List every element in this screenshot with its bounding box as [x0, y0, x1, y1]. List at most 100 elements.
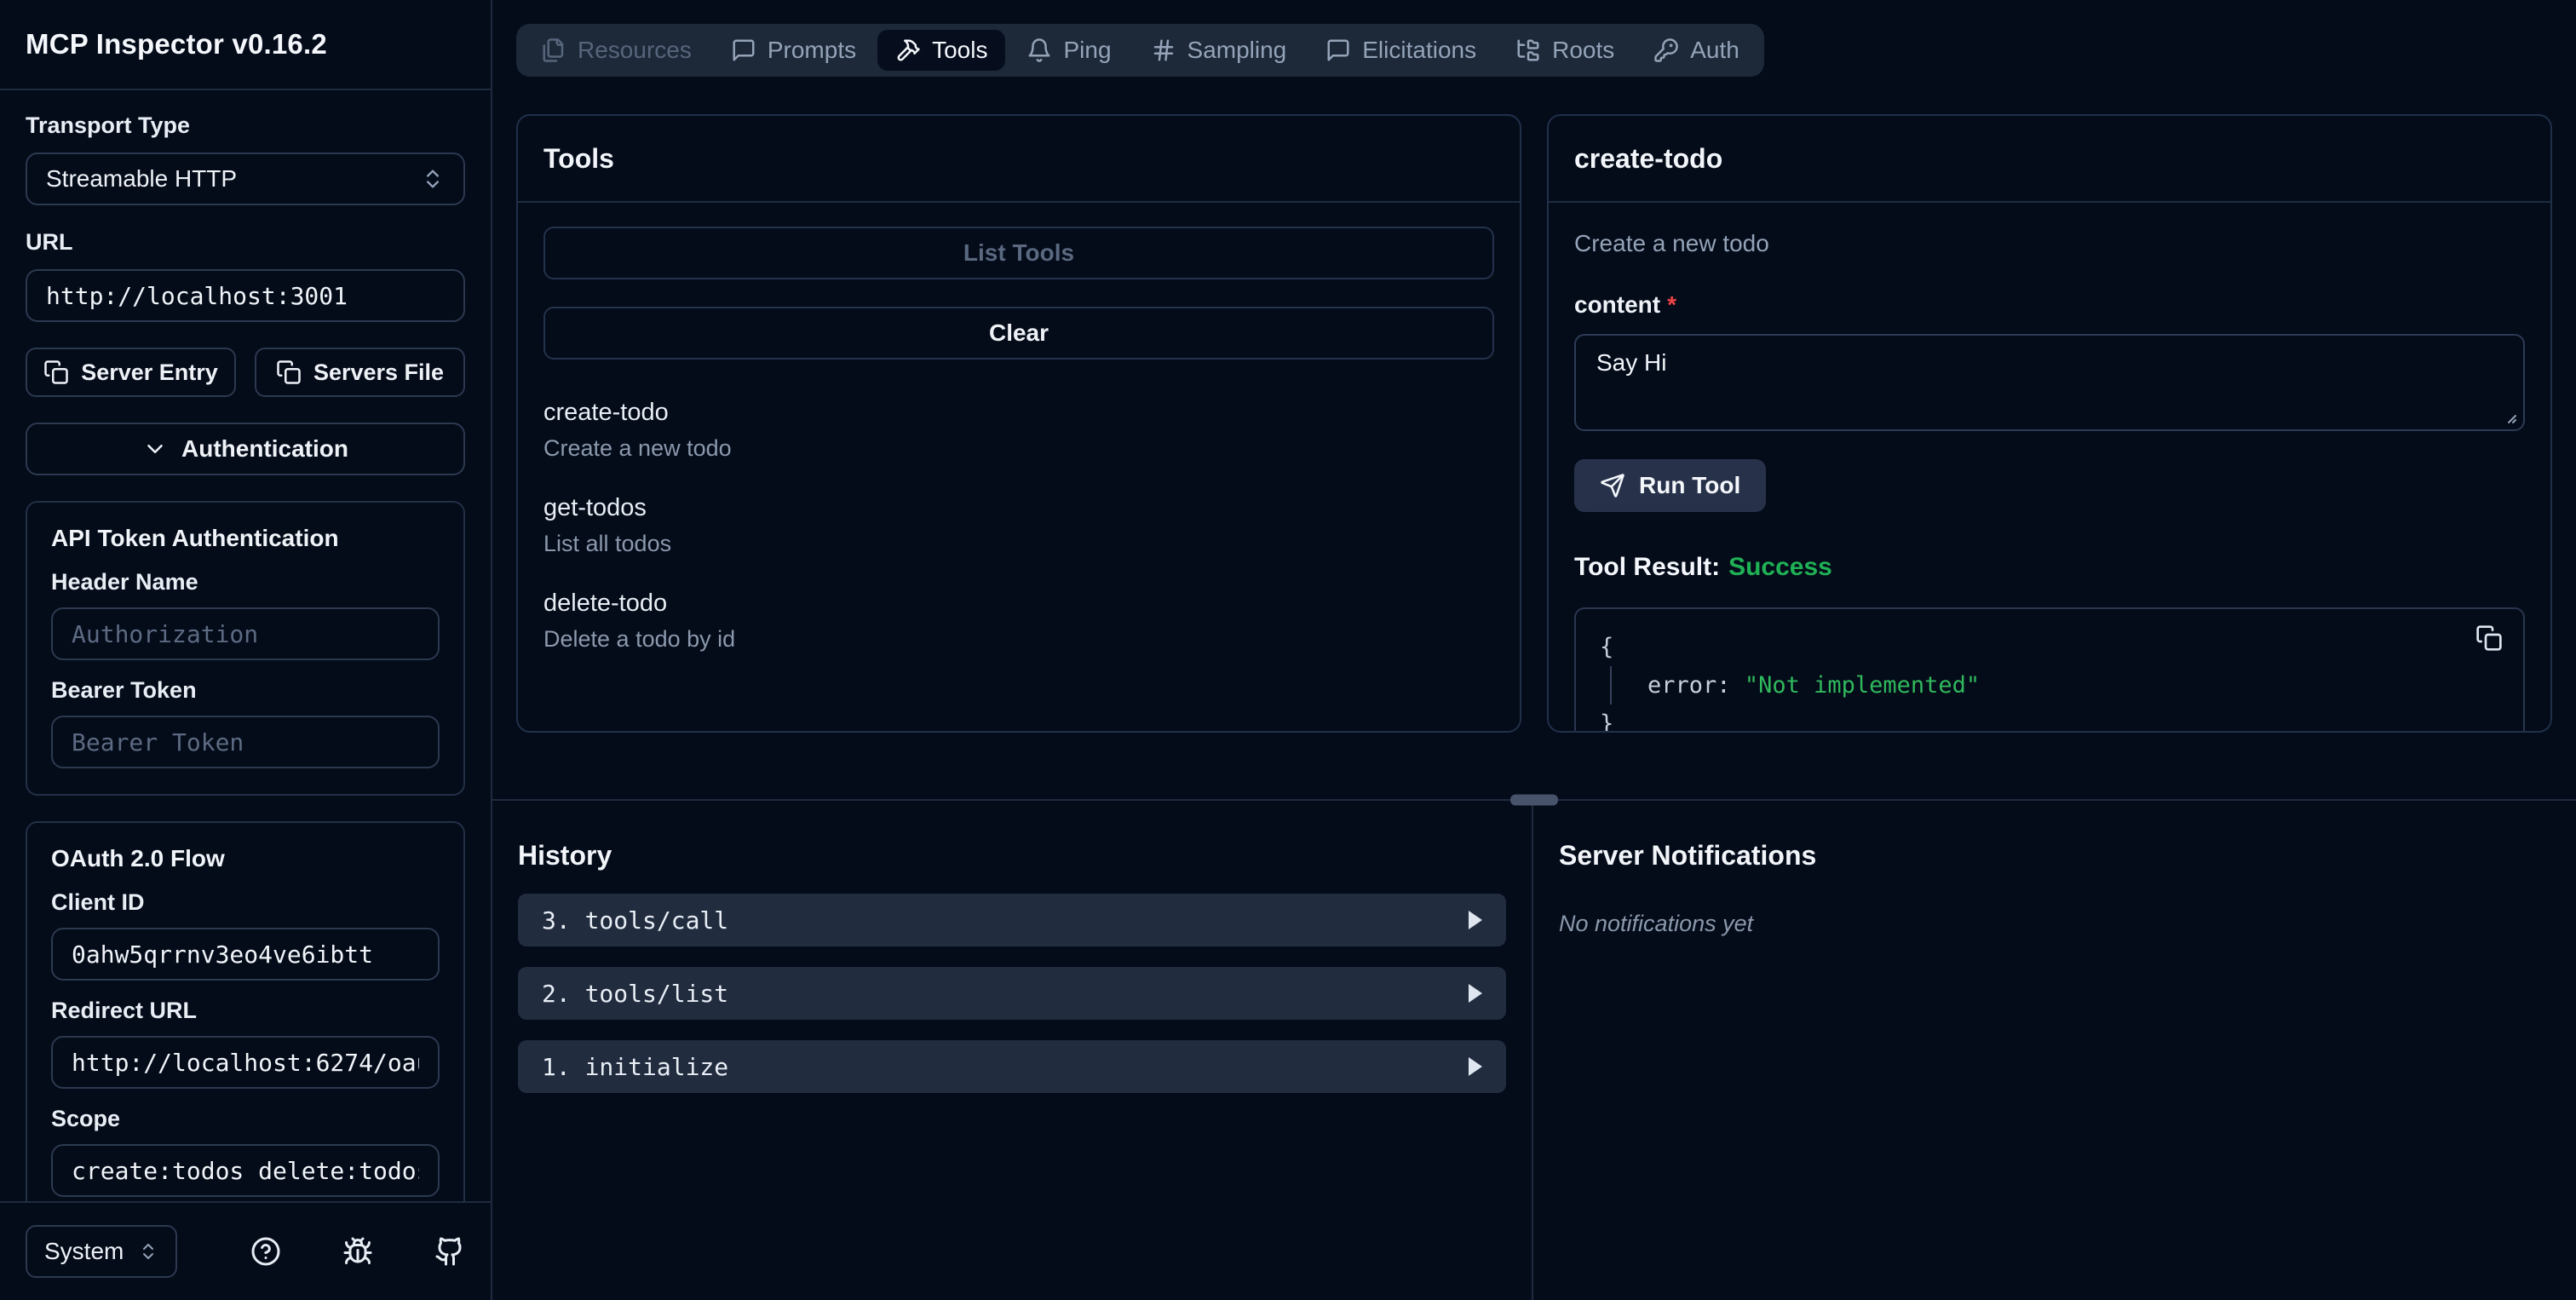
folder-tree-icon — [1515, 37, 1541, 63]
json-children: error: "Not implemented" — [1610, 666, 2499, 705]
oauth-card: OAuth 2.0 Flow Client ID Redirect URL Sc… — [26, 821, 465, 1201]
tab-label: Auth — [1690, 37, 1739, 63]
help-button[interactable] — [250, 1236, 281, 1267]
client-id-input[interactable] — [51, 928, 440, 981]
tab-auth[interactable]: Auth — [1636, 30, 1757, 71]
top-panels: Tools List Tools Clear create-todo Creat… — [492, 77, 2576, 733]
github-icon — [434, 1236, 465, 1267]
tool-description: List all todos — [543, 531, 672, 556]
tab-elicitations[interactable]: Elicitations — [1308, 30, 1494, 71]
history-item-initialize[interactable]: 1. initialize — [518, 1040, 1506, 1093]
servers-file-button[interactable]: Servers File — [255, 348, 465, 397]
tab-label: Elicitations — [1362, 37, 1477, 63]
split-drag-handle[interactable] — [1510, 794, 1558, 806]
run-tool-label: Run Tool — [1639, 472, 1741, 498]
list-tools-button[interactable]: List Tools — [543, 227, 1494, 279]
tab-label: Prompts — [767, 37, 857, 63]
history-item-tools-list[interactable]: 2. tools/list — [518, 967, 1506, 1020]
server-notifications-panel: Server Notifications No notifications ye… — [1533, 801, 2576, 1300]
files-icon — [541, 37, 566, 63]
tab-ping[interactable]: Ping — [1009, 30, 1129, 71]
chevron-down-icon — [142, 436, 168, 462]
sidebar-body: Transport Type Streamable HTTP URL Serve… — [0, 90, 491, 1201]
json-string-value: "Not implemented" — [1744, 672, 1981, 699]
tool-detail-title: create-todo — [1549, 116, 2550, 203]
transport-type-label: Transport Type — [26, 112, 191, 138]
tools-panel-title: Tools — [518, 116, 1520, 203]
tab-prompts[interactable]: Prompts — [713, 30, 874, 71]
oauth-title: OAuth 2.0 Flow — [51, 845, 225, 871]
tool-list-item-get-todos[interactable]: get-todos List all todos — [543, 494, 1494, 557]
sidebar-footer: System — [0, 1201, 491, 1300]
json-open-brace: { — [1600, 634, 1614, 660]
server-entry-button[interactable]: Server Entry — [26, 348, 236, 397]
bottom-panels: History 3. tools/call 2. tools/list 1. i… — [492, 801, 2576, 1300]
content-field-textarea[interactable]: Say Hi — [1574, 334, 2525, 431]
redirect-url-input[interactable] — [51, 1036, 440, 1089]
url-input[interactable] — [26, 269, 465, 322]
message-square-icon — [1325, 37, 1351, 63]
authentication-toggle[interactable]: Authentication — [26, 423, 465, 475]
run-tool-button[interactable]: Run Tool — [1574, 459, 1767, 512]
servers-file-label: Servers File — [313, 359, 445, 385]
resize-grip-icon[interactable] — [2501, 408, 2518, 425]
circle-help-icon — [250, 1236, 281, 1267]
scope-input[interactable] — [51, 1144, 440, 1197]
tab-tools[interactable]: Tools — [877, 30, 1006, 71]
app-root: MCP Inspector v0.16.2 Transport Type Str… — [0, 0, 2576, 1300]
tools-panel-body: List Tools Clear create-todo Create a ne… — [518, 203, 1520, 731]
tool-list-item-create-todo[interactable]: create-todo Create a new todo — [543, 399, 1494, 462]
clear-tools-button[interactable]: Clear — [543, 307, 1494, 360]
transport-type-value: Streamable HTTP — [46, 165, 238, 192]
tab-sampling[interactable]: Sampling — [1133, 30, 1305, 71]
tab-label: Resources — [578, 37, 692, 63]
transport-type-select[interactable]: Streamable HTTP — [26, 152, 465, 205]
tool-list-item-delete-todo[interactable]: delete-todo Delete a todo by id — [543, 590, 1494, 653]
tool-detail-body: Create a new todo content * Say Hi Run T… — [1549, 203, 2550, 731]
bug-icon — [342, 1236, 373, 1267]
history-item-label: 1. initialize — [542, 1052, 729, 1081]
copy-icon — [2475, 624, 2503, 652]
copy-result-button[interactable] — [2475, 624, 2503, 652]
header-name-input[interactable] — [51, 607, 440, 660]
expand-arrow-icon — [1469, 911, 1482, 929]
tab-label: Tools — [932, 37, 988, 63]
theme-select[interactable]: System — [26, 1225, 177, 1278]
client-id-label: Client ID — [51, 889, 145, 915]
send-icon — [1600, 473, 1625, 498]
tab-roots[interactable]: Roots — [1498, 30, 1632, 71]
copy-buttons-row: Server Entry Servers File — [26, 348, 465, 397]
tool-detail-panel: create-todo Create a new todo content * S… — [1547, 114, 2552, 733]
copy-icon — [43, 360, 69, 385]
horizontal-split-divider — [492, 794, 2576, 806]
main-area: Resources Prompts Tools Ping Sampling El… — [492, 0, 2576, 1300]
hash-icon — [1151, 37, 1176, 63]
history-item-label: 2. tools/list — [542, 979, 729, 1008]
github-button[interactable] — [434, 1236, 465, 1267]
tools-panel: Tools List Tools Clear create-todo Creat… — [516, 114, 1521, 733]
required-marker: * — [1667, 291, 1677, 318]
tool-name: create-todo — [543, 399, 669, 426]
chevrons-up-down-icon — [421, 167, 445, 191]
tool-name: get-todos — [543, 494, 647, 521]
bearer-token-label: Bearer Token — [51, 677, 197, 703]
tool-detail-description: Create a new todo — [1574, 230, 1769, 256]
history-item-tools-call[interactable]: 3. tools/call — [518, 894, 1506, 946]
authentication-toggle-label: Authentication — [181, 435, 348, 462]
chevrons-up-down-icon — [138, 1241, 158, 1262]
history-title: History — [518, 840, 612, 871]
tool-result-label: Tool Result: — [1574, 553, 1721, 581]
tab-resources[interactable]: Resources — [523, 30, 710, 71]
redirect-url-label: Redirect URL — [51, 998, 198, 1023]
tool-description: Create a new todo — [543, 435, 732, 461]
api-token-card: API Token Authentication Header Name Bea… — [26, 501, 465, 796]
app-title: MCP Inspector v0.16.2 — [26, 28, 327, 60]
report-bug-button[interactable] — [342, 1236, 373, 1267]
message-square-icon — [731, 37, 756, 63]
tab-label: Ping — [1063, 37, 1112, 63]
bearer-token-input[interactable] — [51, 716, 440, 768]
server-notifications-title: Server Notifications — [1559, 840, 1817, 871]
key-icon — [1653, 37, 1679, 63]
server-entry-label: Server Entry — [81, 359, 218, 385]
scope-label: Scope — [51, 1106, 121, 1131]
